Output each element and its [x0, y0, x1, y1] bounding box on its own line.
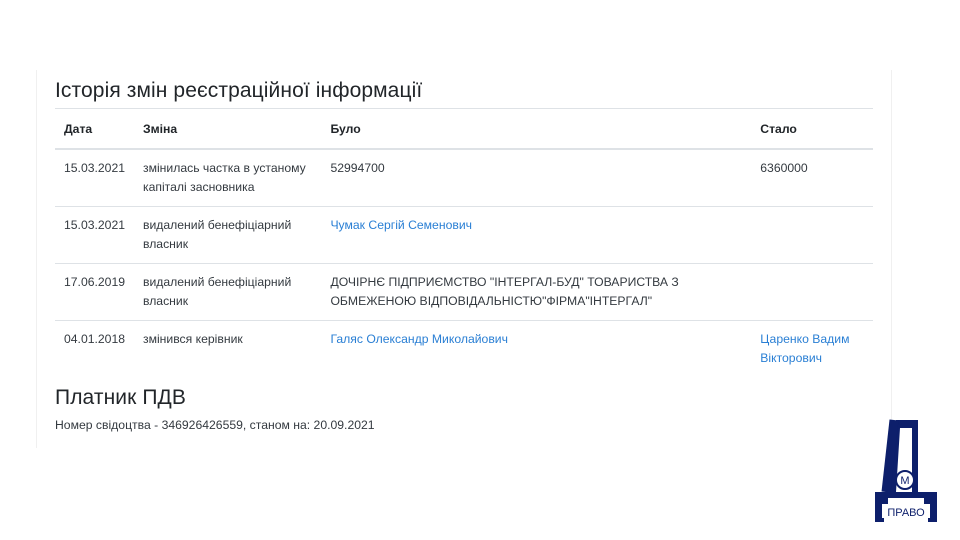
person-link[interactable]: Царенко Вадим Вікторович [760, 332, 849, 365]
vat-title: Платник ПДВ [55, 386, 186, 409]
cell-change: видалений бенефіціарний власник [134, 206, 322, 264]
column-header-was: Було [321, 108, 752, 150]
cell-date: 15.03.2021 [55, 206, 134, 264]
cell-date: 15.03.2021 [55, 149, 134, 207]
pravo-logo: М ПРАВО [875, 419, 937, 522]
table-row: 15.03.2021 змінилась частка в устаному к… [55, 149, 873, 207]
column-header-date: Дата [55, 108, 134, 150]
table-row: 17.06.2019 видалений бенефіціарний власн… [55, 263, 873, 321]
history-table: Дата Зміна Було Стало 15.03.2021 змінила… [55, 108, 873, 377]
column-header-change: Зміна [134, 108, 322, 150]
person-link[interactable]: Чумак Сергій Семенович [330, 218, 472, 232]
history-title: Історія змін реєстраційної інформації [55, 79, 423, 102]
logo-circle-letter: М [900, 475, 909, 487]
cell-change: видалений бенефіціарний власник [134, 263, 322, 321]
column-header-now: Стало [751, 108, 873, 150]
logo-caption: ПРАВО [887, 507, 925, 519]
cell-now: 6360000 [751, 149, 873, 207]
vat-certificate-text: Номер свідоцтва - 346926426559, станом н… [55, 418, 375, 432]
cell-change: змінилась частка в устаному капіталі зас… [134, 149, 322, 207]
table-row: 04.01.2018 змінився керівник Галяс Олекс… [55, 321, 873, 378]
cell-was: 52994700 [321, 149, 752, 207]
table-header-row: Дата Зміна Було Стало [55, 108, 873, 150]
cell-now [751, 263, 873, 321]
cell-now: Царенко Вадим Вікторович [751, 321, 873, 378]
cell-date: 17.06.2019 [55, 263, 134, 321]
cell-was: Галяс Олександр Миколайович [321, 321, 751, 378]
person-link[interactable]: Галяс Олександр Миколайович [330, 332, 508, 346]
cell-was: Чумак Сергій Семенович [321, 206, 752, 264]
table-row: 15.03.2021 видалений бенефіціарний власн… [55, 206, 873, 264]
cell-change: змінився керівник [143, 332, 243, 346]
cell-was: ДОЧІРНЄ ПІДПРИЄМСТВО "ІНТЕРГАЛ-БУД" ТОВА… [321, 263, 752, 321]
cell-date: 04.01.2018 [64, 332, 125, 346]
cell-now [751, 206, 873, 264]
